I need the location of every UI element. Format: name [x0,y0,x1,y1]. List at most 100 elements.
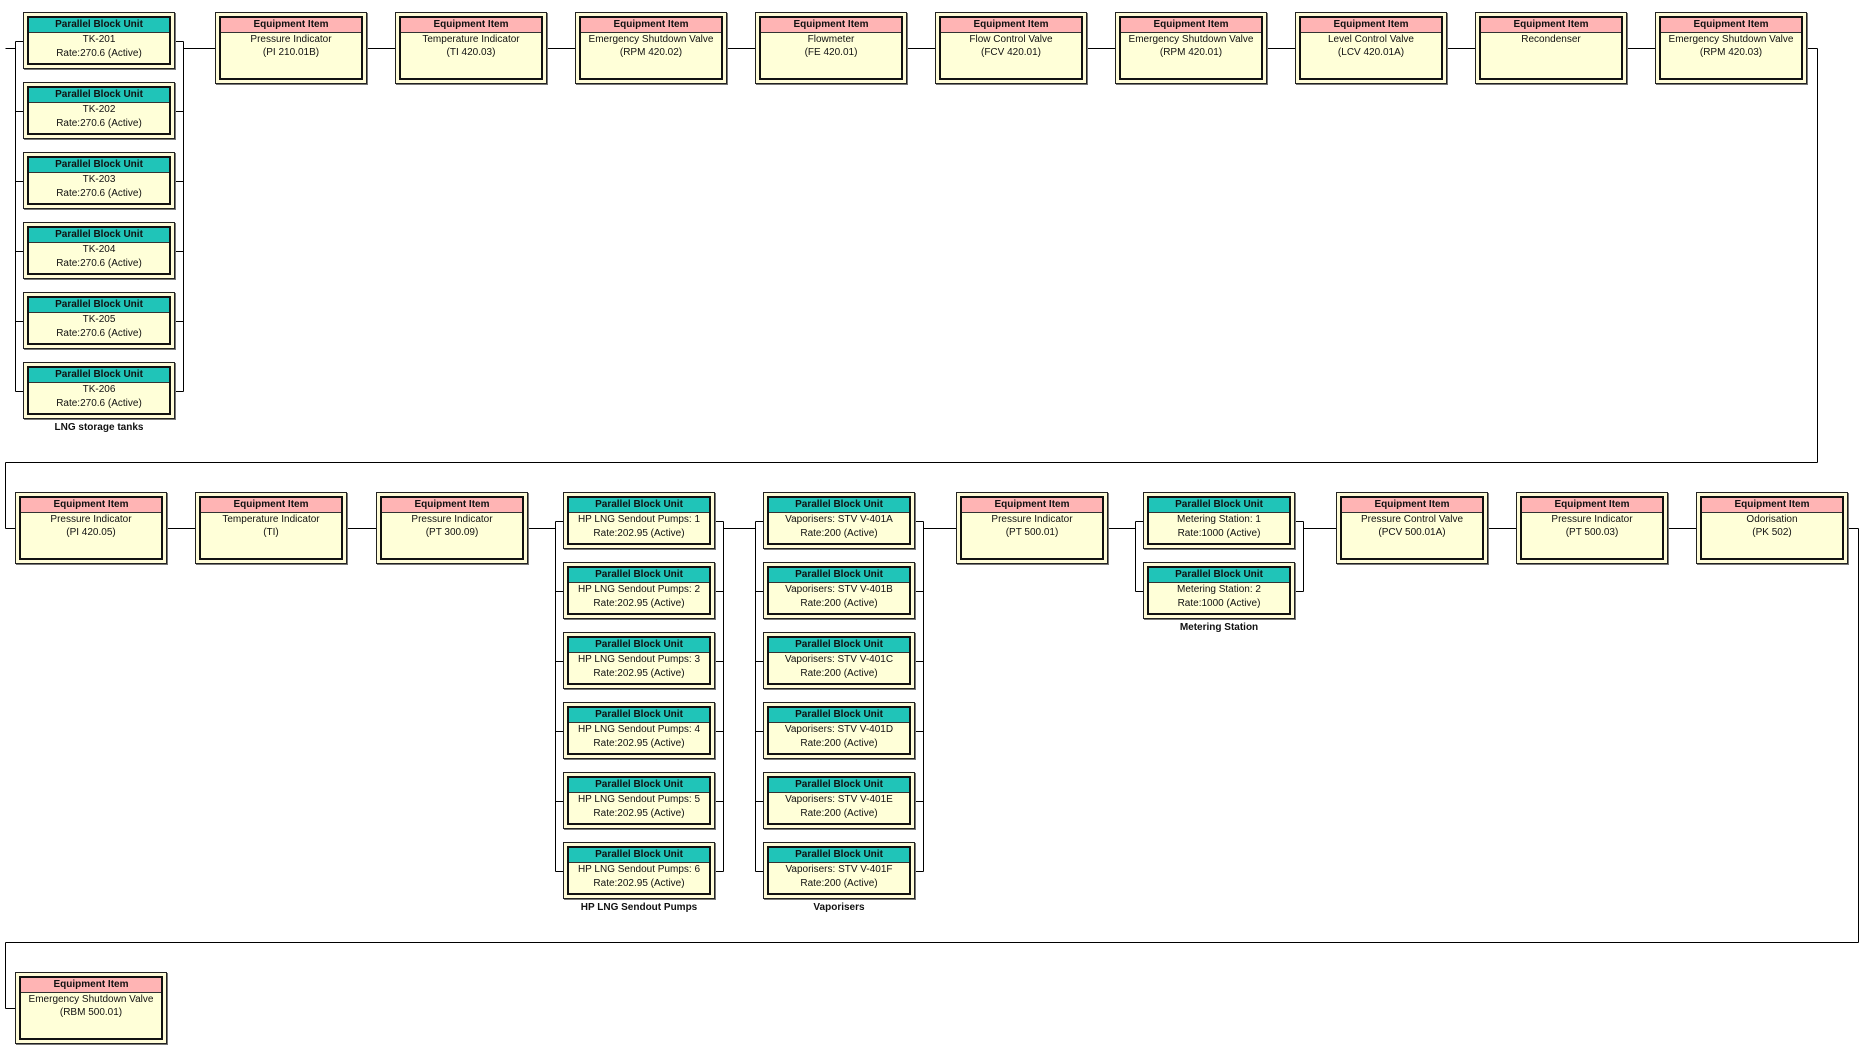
block-text-line: Rate:200 (Active) [800,598,878,609]
block-header: Parallel Block Unit [569,498,709,513]
block-body: Parallel Block Unit HP LNG Sendout Pumps:… [567,776,711,825]
block-body: Parallel Block Unit TK-206 Rate:270.6 (Act… [27,366,171,415]
equipment-item-block[interactable]: Equipment Item Emergency Shutdown Valve (R… [575,12,727,84]
equipment-item-block[interactable]: Equipment Item Recondenser [1475,12,1627,84]
block-text-line: Emergency Shutdown Valve [28,994,154,1005]
block-header: Equipment Item [761,18,901,33]
equipment-item-block[interactable]: Equipment Item Pressure Indicator (PI 210.… [215,12,367,84]
block-body: Equipment Item Level Control Valve (LCV 42… [1299,16,1443,80]
block-text-line: (PI 210.01B) [262,47,320,58]
block-text-line: Vaporisers: STV V-401F [785,864,893,875]
block-header: Equipment Item [201,498,341,513]
block-body: Equipment Item Pressure Control Valve (PCV… [1340,496,1484,560]
parallel-block-unit[interactable]: Parallel Block Unit Vaporisers: STV V-401… [763,562,915,619]
parallel-block-unit[interactable]: Parallel Block Unit HP LNG Sendout Pumps:… [563,492,715,549]
group-label: Vaporisers [813,902,865,913]
equipment-item-block[interactable]: Equipment Item Level Control Valve (LCV 42… [1295,12,1447,84]
block-text-line: Vaporisers: STV V-401E [785,794,893,805]
parallel-block-unit[interactable]: Parallel Block Unit Metering Station: 2 Ra… [1143,562,1295,619]
block-body: Equipment Item Flowmeter (FE 420.01) [759,16,903,80]
block-body: Parallel Block Unit Metering Station: 2 Ra… [1147,566,1291,615]
block-header: Equipment Item [401,18,541,33]
equipment-item-block[interactable]: Equipment Item Pressure Control Valve (PCV… [1336,492,1488,564]
block-header: Equipment Item [962,498,1102,513]
block-text-line: Emergency Shutdown Valve [1128,34,1254,45]
equipment-item-block[interactable]: Equipment Item Temperature Indicator (TI) [195,492,347,564]
block-body: Equipment Item Pressure Indicator (PT 500.… [1520,496,1664,560]
block-header: Parallel Block Unit [29,18,169,33]
block-header: Parallel Block Unit [29,158,169,173]
block-header: Equipment Item [1522,498,1662,513]
equipment-item-block[interactable]: Equipment Item Pressure Indicator (PI 420.… [15,492,167,564]
block-body: Equipment Item Emergency Shutdown Valve (R… [19,976,163,1040]
block-body: Equipment Item Emergency Shutdown Valve (R… [1659,16,1803,80]
parallel-block-unit[interactable]: Parallel Block Unit Vaporisers: STV V-401… [763,842,915,899]
block-text-line: (RPM 420.02) [619,47,683,58]
block-text-line: Rate:200 (Active) [800,668,878,679]
parallel-block-unit[interactable]: Parallel Block Unit HP LNG Sendout Pumps:… [563,562,715,619]
block-text-line: Rate:202.95 (Active) [593,668,685,679]
parallel-block-unit[interactable]: Parallel Block Unit Vaporisers: STV V-401… [763,702,915,759]
parallel-block-unit[interactable]: Parallel Block Unit HP LNG Sendout Pumps:… [563,702,715,759]
block-text-line: HP LNG Sendout Pumps: 4 [577,724,701,735]
block-text-line: TK-205 [82,314,116,325]
block-body: Parallel Block Unit HP LNG Sendout Pumps:… [567,496,711,545]
block-text-line: Rate:202.95 (Active) [593,808,685,819]
block-header: Equipment Item [1702,498,1842,513]
block-header: Parallel Block Unit [1149,498,1289,513]
equipment-item-block[interactable]: Equipment Item Odorisation (PK 502) [1696,492,1848,564]
equipment-item-block[interactable]: Equipment Item Flowmeter (FE 420.01) [755,12,907,84]
block-text-line: Rate:200 (Active) [800,738,878,749]
block-text-line: HP LNG Sendout Pumps: 5 [577,794,701,805]
block-body: Parallel Block Unit TK-205 Rate:270.6 (Act… [27,296,171,345]
block-text-line: Vaporisers: STV V-401A [785,514,893,525]
equipment-item-block[interactable]: Equipment Item Temperature Indicator (TI 4… [395,12,547,84]
block-text-line: Rate:270.6 (Active) [56,188,142,199]
block-text-line: Emergency Shutdown Valve [1668,34,1794,45]
block-text-line: Rate:202.95 (Active) [593,738,685,749]
parallel-block-unit[interactable]: Parallel Block Unit TK-206 Rate:270.6 (Act… [23,362,175,419]
block-text-line: Pressure Indicator [250,34,332,45]
block-text-line: (LCV 420.01A) [1337,47,1405,58]
block-body: Parallel Block Unit TK-204 Rate:270.6 (Act… [27,226,171,275]
block-header: Parallel Block Unit [1149,568,1289,583]
block-text-line: (PT 300.09) [425,527,479,538]
equipment-item-block[interactable]: Equipment Item Pressure Indicator (PT 500.… [1516,492,1668,564]
equipment-item-block[interactable]: Equipment Item Flow Control Valve (FCV 420… [935,12,1087,84]
block-body: Equipment Item Emergency Shutdown Valve (R… [579,16,723,80]
block-text-line: Rate:270.6 (Active) [56,48,142,59]
parallel-block-unit[interactable]: Parallel Block Unit Metering Station: 1 Ra… [1143,492,1295,549]
block-text-line: (FCV 420.01) [980,47,1042,58]
equipment-item-block[interactable]: Equipment Item Emergency Shutdown Valve (R… [1115,12,1267,84]
block-body: Equipment Item Pressure Indicator (PI 210.… [219,16,363,80]
equipment-item-block[interactable]: Equipment Item Emergency Shutdown Valve (R… [15,972,167,1044]
equipment-item-block[interactable]: Equipment Item Emergency Shutdown Valve (R… [1655,12,1807,84]
block-body: Equipment Item Temperature Indicator (TI) [199,496,343,560]
parallel-block-unit[interactable]: Parallel Block Unit TK-201 Rate:270.6 (Act… [23,12,175,69]
block-header: Equipment Item [1342,498,1482,513]
parallel-block-unit[interactable]: Parallel Block Unit TK-203 Rate:270.6 (Act… [23,152,175,209]
block-text-line: Pressure Indicator [1551,514,1633,525]
block-header: Parallel Block Unit [29,298,169,313]
block-header: Equipment Item [941,18,1081,33]
parallel-block-unit[interactable]: Parallel Block Unit Vaporisers: STV V-401… [763,772,915,829]
parallel-block-unit[interactable]: Parallel Block Unit TK-202 Rate:270.6 (Act… [23,82,175,139]
parallel-block-unit[interactable]: Parallel Block Unit HP LNG Sendout Pumps:… [563,772,715,829]
equipment-item-block[interactable]: Equipment Item Pressure Indicator (PT 500.… [956,492,1108,564]
block-text-line: (TI 420.03) [446,47,496,58]
block-header: Parallel Block Unit [29,228,169,243]
block-header: Parallel Block Unit [769,778,909,793]
block-header: Parallel Block Unit [569,638,709,653]
block-header: Equipment Item [221,18,361,33]
block-body: Parallel Block Unit Vaporisers: STV V-401… [767,776,911,825]
parallel-block-unit[interactable]: Parallel Block Unit HP LNG Sendout Pumps:… [563,842,715,899]
block-text-line: Rate:1000 (Active) [1177,528,1261,539]
parallel-block-unit[interactable]: Parallel Block Unit TK-204 Rate:270.6 (Act… [23,222,175,279]
parallel-block-unit[interactable]: Parallel Block Unit Vaporisers: STV V-401… [763,632,915,689]
block-body: Equipment Item Recondenser [1479,16,1623,80]
parallel-block-unit[interactable]: Parallel Block Unit Vaporisers: STV V-401… [763,492,915,549]
equipment-item-block[interactable]: Equipment Item Pressure Indicator (PT 300.… [376,492,528,564]
parallel-block-unit[interactable]: Parallel Block Unit TK-205 Rate:270.6 (Act… [23,292,175,349]
block-body: Parallel Block Unit HP LNG Sendout Pumps:… [567,706,711,755]
parallel-block-unit[interactable]: Parallel Block Unit HP LNG Sendout Pumps:… [563,632,715,689]
